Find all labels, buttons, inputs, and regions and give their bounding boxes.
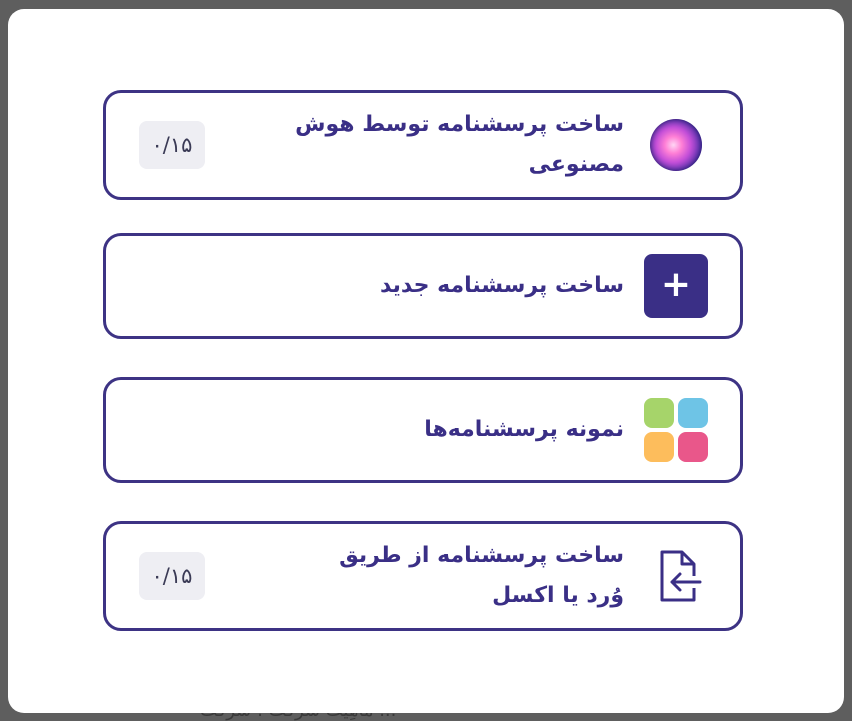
option-label: ساخت پرسشنامه توسط هوش مصنوعی (295, 112, 624, 177)
quota-badge: ۰/۱۵ (139, 552, 205, 600)
ai-questionnaire-option[interactable]: ساخت پرسشنامه توسط هوش مصنوعی ۰/۱۵ (103, 90, 743, 200)
file-import-icon (644, 544, 708, 608)
option-label: نمونه پرسشنامه‌ها (424, 417, 624, 442)
ai-orb-icon (644, 113, 708, 177)
templates-grid-icon (644, 398, 708, 462)
new-questionnaire-option[interactable]: + ساخت پرسشنامه جدید (103, 233, 743, 339)
create-questionnaire-modal: ساخت پرسشنامه توسط هوش مصنوعی ۰/۱۵ + ساخ… (8, 9, 844, 713)
option-label: ساخت پرسشنامه جدید (379, 273, 624, 298)
quota-badge: ۰/۱۵ (139, 121, 205, 169)
sample-questionnaires-option[interactable]: نمونه پرسشنامه‌ها (103, 377, 743, 483)
plus-icon: + (644, 254, 708, 318)
option-label: ساخت پرسشنامه از طریق وُرد یا اکسل (339, 543, 624, 608)
import-word-excel-option[interactable]: ساخت پرسشنامه از طریق وُرد یا اکسل ۰/۱۵ (103, 521, 743, 631)
